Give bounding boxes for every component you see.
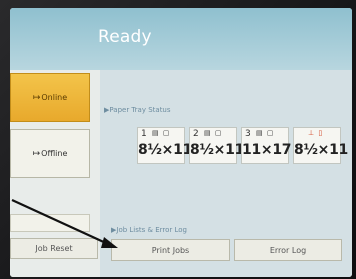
- offline-label: Offline: [41, 149, 68, 158]
- tray-1[interactable]: 1 ▤ ▢ 8½×11: [137, 127, 192, 164]
- paper-level-icon: ▤ ▢: [256, 129, 275, 137]
- print-jobs-button[interactable]: Print Jobs: [111, 239, 230, 261]
- online-button[interactable]: ↦ Online: [10, 73, 90, 122]
- blank-button[interactable]: [10, 214, 90, 232]
- tray-number: 2: [193, 129, 199, 139]
- online-label: Online: [41, 93, 68, 102]
- job-lists-label: ▶Job Lists & Error Log: [111, 226, 187, 234]
- paper-level-icon: ▤ ▢: [152, 129, 171, 137]
- tray-number: 3: [245, 129, 251, 139]
- arrow-icon: ↦: [32, 148, 41, 159]
- bypass-tray[interactable]: ⊥ ▯ 8½×11: [293, 127, 348, 164]
- tray-3[interactable]: 3 ▤ ▢ 11×17: [241, 127, 292, 164]
- paper-size: 8½×11: [190, 142, 244, 158]
- paper-size: 11×17: [242, 142, 292, 158]
- tray-status-row: 1 ▤ ▢ 8½×11 2 ▤ ▢ 8½×11 3 ▤ ▢ 11×17 ⊥ ▯ …: [137, 127, 348, 164]
- job-reset-button[interactable]: Job Reset: [10, 238, 98, 259]
- paper-size: 8½×11: [294, 142, 348, 158]
- tray-number: 1: [141, 129, 147, 139]
- tray-2[interactable]: 2 ▤ ▢ 8½×11: [189, 127, 244, 164]
- paper-tray-status-label: ▶Paper Tray Status: [104, 106, 171, 114]
- arrow-icon: ↦: [32, 92, 41, 103]
- bypass-tray-icon: ⊥ ▯: [308, 129, 324, 137]
- paper-level-icon: ▤ ▢: [204, 129, 223, 137]
- status-title: Ready: [98, 27, 152, 47]
- error-log-button[interactable]: Error Log: [234, 239, 342, 261]
- paper-size: 8½×11: [138, 142, 192, 158]
- offline-button[interactable]: ↦ Offline: [10, 129, 90, 178]
- header-band: [10, 8, 352, 70]
